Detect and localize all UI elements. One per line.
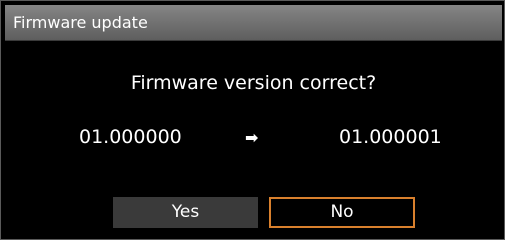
no-button[interactable]: No (269, 197, 415, 228)
new-version: 01.000001 (339, 126, 442, 148)
firmware-update-dialog: Firmware update Firmware version correct… (0, 0, 505, 240)
current-version: 01.000000 (79, 126, 182, 148)
dialog-title: Firmware update (13, 13, 148, 32)
confirmation-question: Firmware version correct? (130, 72, 377, 94)
yes-button[interactable]: Yes (113, 197, 258, 228)
arrow-right-icon: ➡ (245, 128, 259, 147)
dialog-title-bar: Firmware update (5, 5, 502, 41)
